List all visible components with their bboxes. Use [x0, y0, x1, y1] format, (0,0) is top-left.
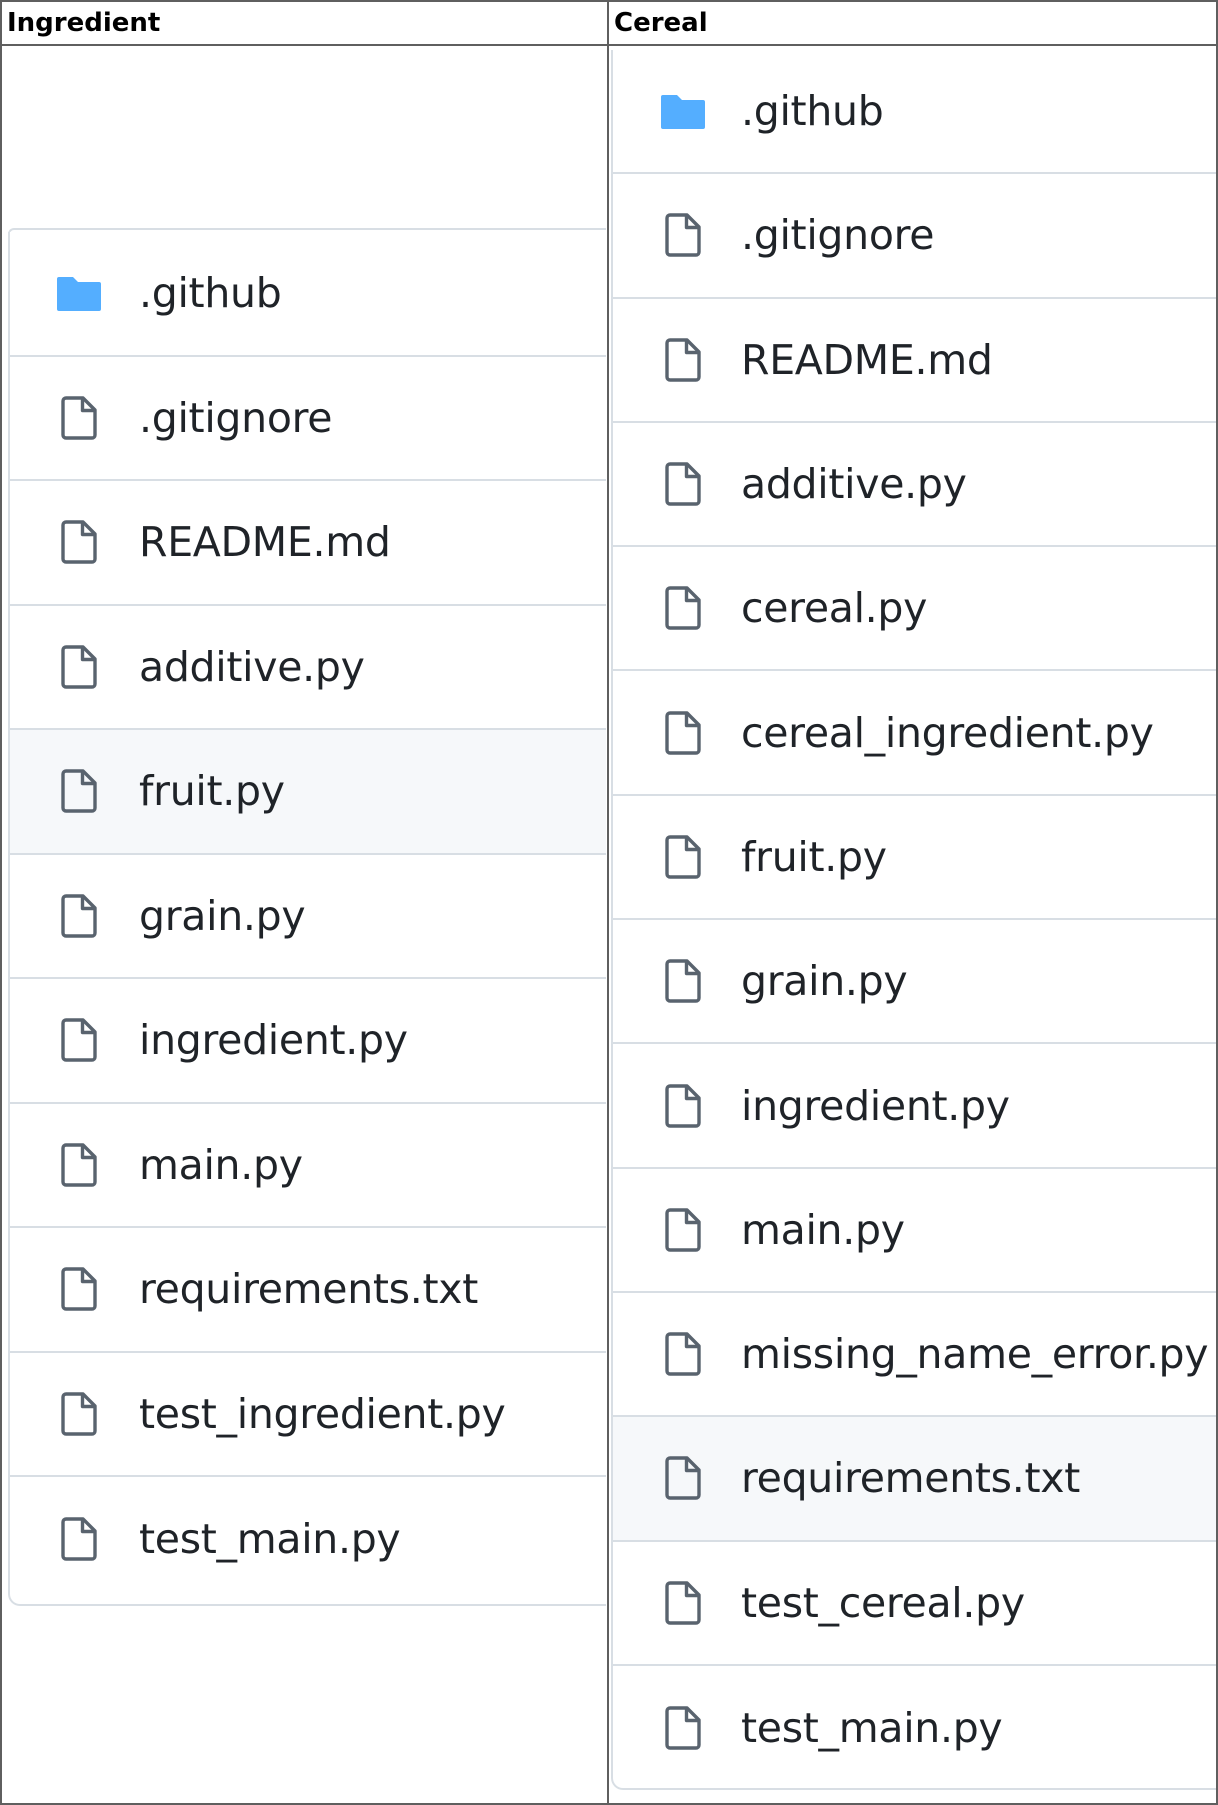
file-name[interactable]: ingredient.py: [139, 1016, 408, 1064]
file-row[interactable]: ingredient.py: [10, 979, 606, 1104]
file-name[interactable]: ingredient.py: [741, 1082, 1010, 1130]
column-divider: [607, 0, 609, 1805]
file-row[interactable]: test_cereal.py: [613, 1542, 1216, 1666]
file-icon: [658, 1703, 708, 1753]
file-icon: [658, 1081, 708, 1131]
file-name[interactable]: requirements.txt: [741, 1454, 1080, 1502]
file-row[interactable]: grain.py: [613, 920, 1216, 1045]
file-name[interactable]: missing_name_error.py: [741, 1330, 1209, 1378]
file-icon: [54, 766, 104, 816]
folder-row[interactable]: .github: [613, 50, 1216, 175]
file-icon: [658, 1329, 708, 1379]
file-icon: [54, 1015, 104, 1065]
file-icon: [54, 1514, 104, 1564]
file-icon: [54, 1264, 104, 1314]
file-icon: [658, 583, 708, 633]
file-row[interactable]: cereal_ingredient.py: [613, 671, 1216, 796]
file-row[interactable]: additive.py: [613, 423, 1216, 548]
file-name[interactable]: fruit.py: [741, 833, 887, 881]
file-name[interactable]: test_ingredient.py: [139, 1390, 506, 1438]
file-row[interactable]: cereal.py: [613, 547, 1216, 672]
folder-icon: [658, 86, 708, 136]
file-row[interactable]: missing_name_error.py: [613, 1293, 1216, 1418]
file-name[interactable]: requirements.txt: [139, 1265, 478, 1313]
file-name[interactable]: .gitignore: [139, 394, 333, 442]
file-icon: [658, 708, 708, 758]
file-row[interactable]: grain.py: [10, 855, 606, 979]
file-name[interactable]: main.py: [139, 1141, 303, 1189]
file-row[interactable]: README.md: [10, 481, 606, 606]
file-row[interactable]: main.py: [10, 1104, 606, 1228]
file-name[interactable]: fruit.py: [139, 767, 285, 815]
file-icon: [54, 1140, 104, 1190]
ingredient-file-list: .github .gitignore README.md additive.py…: [8, 232, 606, 1606]
file-icon: [54, 517, 104, 567]
file-row[interactable]: test_ingredient.py: [10, 1353, 606, 1477]
file-row[interactable]: requirements.txt: [10, 1228, 606, 1353]
file-row[interactable]: requirements.txt: [613, 1417, 1216, 1542]
file-icon: [54, 1389, 104, 1439]
table-header-row: Ingredient Cereal: [0, 0, 1218, 46]
file-row[interactable]: ingredient.py: [613, 1044, 1216, 1169]
file-name[interactable]: .gitignore: [741, 211, 935, 259]
file-row[interactable]: fruit.py: [613, 796, 1216, 921]
folder-name[interactable]: .github: [139, 269, 282, 317]
folder-name[interactable]: .github: [741, 87, 884, 135]
file-icon: [54, 393, 104, 443]
header-cereal: Cereal: [614, 8, 708, 38]
file-row[interactable]: .gitignore: [613, 174, 1216, 299]
file-row[interactable]: test_main.py: [10, 1477, 606, 1602]
folder-row[interactable]: .github: [10, 232, 606, 357]
file-row[interactable]: additive.py: [10, 606, 606, 730]
file-icon: [658, 210, 708, 260]
file-icon: [658, 1453, 708, 1503]
cereal-file-list: .github .gitignore README.md additive.py…: [611, 50, 1216, 1790]
file-icon: [658, 956, 708, 1006]
file-name[interactable]: grain.py: [139, 892, 306, 940]
file-icon: [54, 642, 104, 692]
file-row[interactable]: README.md: [613, 299, 1216, 423]
file-name[interactable]: test_cereal.py: [741, 1579, 1025, 1627]
file-row[interactable]: test_main.py: [613, 1666, 1216, 1788]
file-name[interactable]: additive.py: [741, 460, 967, 508]
file-name[interactable]: main.py: [741, 1206, 905, 1254]
file-icon: [658, 832, 708, 882]
file-name[interactable]: test_main.py: [741, 1704, 1003, 1752]
file-icon: [658, 459, 708, 509]
file-name[interactable]: test_main.py: [139, 1515, 401, 1563]
file-row[interactable]: fruit.py: [10, 730, 606, 855]
file-name[interactable]: additive.py: [139, 643, 365, 691]
file-name[interactable]: cereal.py: [741, 584, 927, 632]
folder-icon: [54, 268, 104, 318]
header-ingredient: Ingredient: [7, 8, 161, 38]
file-icon: [658, 1205, 708, 1255]
file-row[interactable]: main.py: [613, 1169, 1216, 1293]
file-name[interactable]: README.md: [741, 336, 993, 384]
file-icon: [54, 891, 104, 941]
file-name[interactable]: cereal_ingredient.py: [741, 709, 1154, 757]
file-row[interactable]: .gitignore: [10, 357, 606, 481]
file-name[interactable]: README.md: [139, 518, 391, 566]
file-icon: [658, 1578, 708, 1628]
file-name[interactable]: grain.py: [741, 957, 908, 1005]
file-icon: [658, 335, 708, 385]
